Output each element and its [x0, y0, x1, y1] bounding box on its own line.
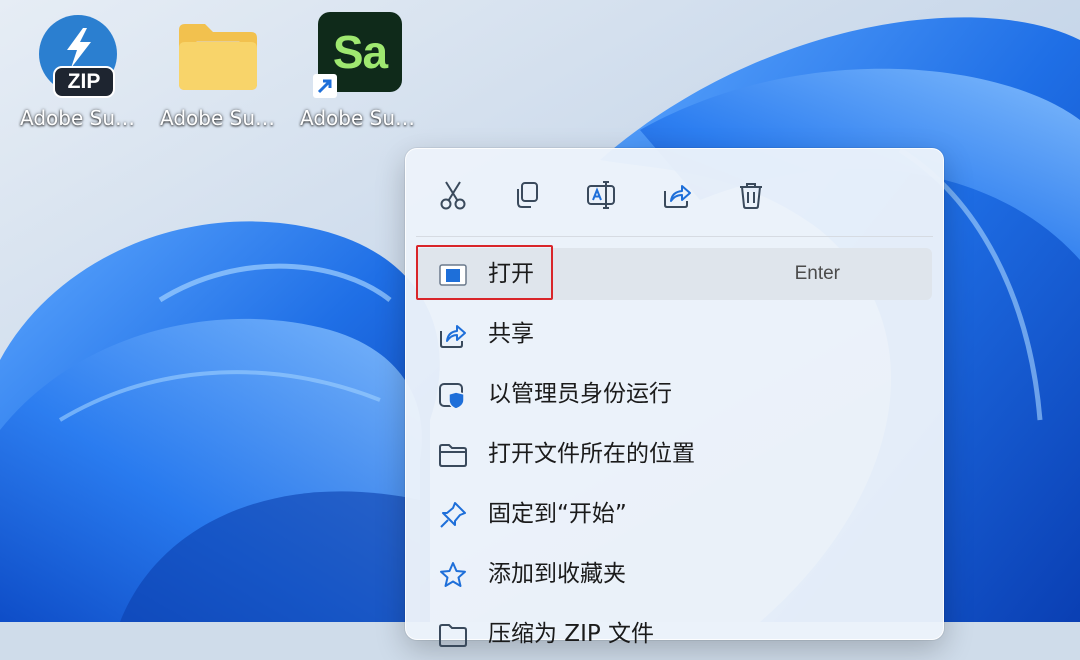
share-icon	[440, 325, 466, 348]
zip-folder-icon	[439, 624, 467, 647]
desktop-icon-label: Adobe Substanc...	[300, 106, 418, 130]
menu-item-label: 打开文件所在的位置	[488, 441, 695, 467]
menu-item-run-as-admin[interactable]: 以管理员身份运行	[416, 368, 932, 420]
rename-button[interactable]	[579, 173, 623, 217]
folder-icon	[173, 8, 263, 98]
open-highlight-annotation	[416, 245, 553, 300]
menu-item-open-file-location[interactable]: 打开文件所在的位置	[416, 428, 932, 480]
delete-icon	[740, 183, 762, 209]
folder-icon	[439, 444, 467, 467]
admin-shield-icon	[439, 383, 465, 410]
shortcut-arrow-icon	[313, 74, 337, 98]
menu-item-label: 以管理员身份运行	[488, 381, 672, 407]
context-menu: 打开 Enter 共享 以管理员身份运行 打开文件所在的位置 固定到“开始” 添…	[405, 148, 944, 647]
desktop-icon-label: Adobe Substanc...	[20, 106, 138, 130]
cut-icon	[440, 181, 466, 210]
menu-item-accelerator: Enter	[794, 263, 840, 284]
zip-badge: ZIP	[55, 68, 113, 96]
menu-item-share[interactable]: 共享	[416, 308, 932, 360]
rename-icon	[587, 181, 615, 209]
menu-item-label: 压缩为 ZIP 文件	[488, 621, 655, 647]
copy-icon	[517, 182, 538, 208]
menu-separator	[416, 236, 933, 237]
context-menu-toolbar	[406, 149, 943, 235]
desktop-icon-folder[interactable]: Adobe Substanc...	[158, 8, 278, 133]
menu-item-add-to-favorites[interactable]: 添加到收藏夹	[416, 548, 932, 600]
delete-button[interactable]	[729, 173, 773, 217]
pin-icon	[440, 502, 466, 528]
share-icon	[664, 185, 691, 208]
substance-app-icon: Sa	[313, 8, 403, 98]
menu-item-compress-zip[interactable]: 压缩为 ZIP 文件	[416, 608, 932, 660]
copy-button[interactable]	[505, 173, 549, 217]
zip-archive-icon: ZIP	[33, 8, 123, 98]
menu-item-label: 共享	[488, 321, 534, 347]
menu-item-pin-to-start[interactable]: 固定到“开始”	[416, 488, 932, 540]
desktop-icon-substance[interactable]: Sa Adobe Substanc...	[298, 8, 418, 133]
star-icon	[440, 562, 466, 587]
desktop-icon-zip[interactable]: ZIP Adobe Substanc...	[18, 8, 138, 133]
cut-button[interactable]	[431, 173, 475, 217]
share-button[interactable]	[655, 173, 699, 217]
menu-item-label: 固定到“开始”	[488, 501, 627, 527]
menu-item-label: 添加到收藏夹	[488, 561, 626, 587]
desktop-icon-label: Adobe Substanc...	[160, 106, 278, 130]
